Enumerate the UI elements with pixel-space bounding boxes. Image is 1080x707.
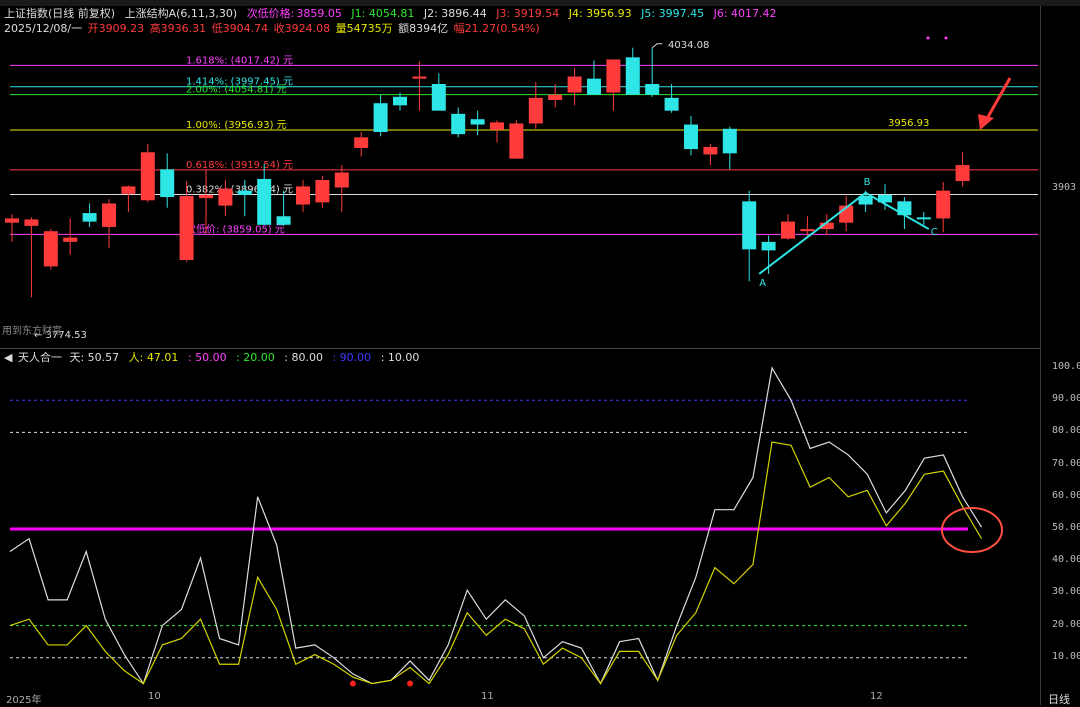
candle-body xyxy=(955,165,970,182)
candle-body xyxy=(257,178,272,225)
high-pointer xyxy=(651,43,663,49)
date-label-year: 2025年 xyxy=(6,695,42,706)
candle-body xyxy=(587,78,601,95)
chart-canvas[interactable]: 1.618%: (4017.42) 元1.414%: (3997.45) 元2.… xyxy=(0,0,1080,705)
candle-body xyxy=(703,146,718,155)
candle-body xyxy=(761,241,776,251)
candle-body xyxy=(296,186,310,205)
candle-body xyxy=(63,237,78,242)
candle-body xyxy=(645,84,660,95)
lower-axis-tick: 10.00 xyxy=(1052,650,1080,662)
candle-body xyxy=(664,97,679,111)
pattern-label-a: A xyxy=(759,278,766,289)
candle-body xyxy=(276,216,291,225)
candle-body xyxy=(722,128,737,154)
signal-marker xyxy=(349,680,356,687)
pattern-label-b: B xyxy=(864,177,871,188)
pattern-label-c: C xyxy=(931,227,938,238)
candle-body xyxy=(800,229,815,232)
candle-body xyxy=(684,124,698,150)
candle-body xyxy=(354,137,369,148)
candle-body xyxy=(160,169,175,198)
date-axis: 2025年 10 11 12 xyxy=(0,691,1080,706)
red-arrow-head xyxy=(978,114,994,130)
candle-body xyxy=(916,217,931,220)
date-label-dec: 12 xyxy=(870,691,883,702)
watermark-text: 用到东方财富 xyxy=(2,324,62,337)
lower-axis-tick: 60.00 xyxy=(1052,489,1080,501)
lower-axis-tick: 20.00 xyxy=(1052,618,1080,630)
candle-body xyxy=(936,190,951,219)
series-line-天 xyxy=(9,366,983,685)
candle-body xyxy=(567,76,582,93)
candle-body xyxy=(121,186,136,194)
candle-body xyxy=(43,231,58,267)
date-label-oct: 10 xyxy=(148,691,161,702)
candle-body xyxy=(179,196,194,260)
candle-body xyxy=(451,113,466,135)
lower-axis-tick: 100.0 xyxy=(1052,361,1080,372)
lower-axis-tick: 90.00 xyxy=(1052,393,1080,405)
candle-body xyxy=(606,59,621,93)
candle-body xyxy=(781,221,795,239)
candle-body xyxy=(102,203,116,227)
fib-label: 0.618%: (3919.54) 元 xyxy=(186,160,293,171)
candle-body xyxy=(218,188,233,206)
candle-body xyxy=(625,57,640,95)
candle-body xyxy=(548,94,563,100)
lower-axis-tick: 30.00 xyxy=(1052,586,1080,598)
lower-axis-tick: 40.00 xyxy=(1052,554,1080,566)
candle-body xyxy=(140,152,155,201)
lower-axis-tick: 80.00 xyxy=(1052,425,1080,437)
candle-body xyxy=(742,201,757,250)
fib-label: 1.00%: (3956.93) 元 xyxy=(186,120,287,131)
candle-body xyxy=(5,218,19,223)
price-tag: 3956.93 xyxy=(888,118,929,129)
candle-body xyxy=(490,122,504,130)
candle-body xyxy=(199,194,213,199)
high-price-label: 4034.08 xyxy=(668,40,709,51)
candle-body xyxy=(237,190,252,195)
lower-axis-tick: 50.00 xyxy=(1052,522,1080,533)
candle-body xyxy=(24,219,39,226)
fib-label: 1.618%: (4017.42) 元 xyxy=(186,55,293,66)
fib-label: 2.00%: (4054.81) 元 xyxy=(186,85,287,96)
signal-marker xyxy=(407,680,414,687)
candle-body xyxy=(412,76,427,79)
candle-body xyxy=(315,180,330,203)
candle-body xyxy=(82,213,97,222)
right-price-tick: 3903 xyxy=(1052,182,1077,193)
candle-body xyxy=(393,96,407,106)
candle-body xyxy=(528,97,543,124)
date-label-nov: 11 xyxy=(481,691,494,702)
marker-dot xyxy=(944,36,948,40)
marker-dot xyxy=(926,36,930,40)
candle-body xyxy=(431,84,446,111)
candle-body xyxy=(334,172,349,188)
candle-body xyxy=(470,119,485,125)
lower-axis-tick: 70.00 xyxy=(1052,457,1080,469)
candle-body xyxy=(373,103,388,132)
candle-body xyxy=(509,123,524,159)
